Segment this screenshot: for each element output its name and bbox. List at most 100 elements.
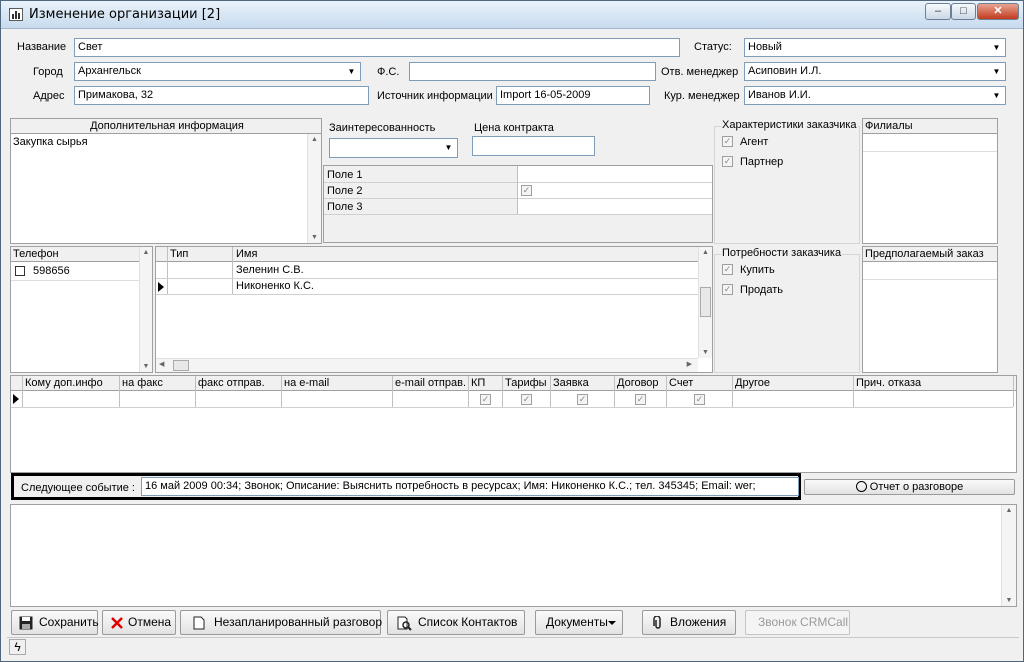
attachments-button[interactable]: Вложения bbox=[642, 610, 736, 635]
chevron-down-icon[interactable]: ▼ bbox=[988, 87, 1005, 104]
scroll-thumb[interactable] bbox=[173, 360, 189, 371]
col-header[interactable]: Тарифы bbox=[505, 376, 547, 391]
scroll-left-icon[interactable]: ◀ bbox=[159, 360, 164, 368]
col-header[interactable]: Прич. отказа bbox=[856, 376, 921, 391]
tariffs-checkbox[interactable]: ✓ bbox=[521, 394, 532, 405]
form-body: Название Свет Статус: Новый ▼ Город Архан… bbox=[7, 30, 1019, 657]
divider bbox=[22, 376, 23, 407]
scroll-down-icon[interactable]: ▼ bbox=[699, 349, 712, 356]
search-document-icon bbox=[397, 616, 412, 631]
city-value: Архангельск bbox=[78, 65, 141, 77]
divider bbox=[281, 376, 282, 407]
address-label: Адрес bbox=[33, 90, 65, 102]
divider bbox=[195, 376, 196, 407]
divider bbox=[11, 407, 1013, 408]
divider bbox=[732, 376, 733, 407]
cancel-label: Отмена bbox=[128, 615, 172, 629]
manager-value: Асиповин И.Л. bbox=[748, 65, 822, 77]
crmcall-button[interactable]: Звонок CRMCall bbox=[745, 610, 850, 635]
vertical-scrollbar[interactable]: ▲ ▼ bbox=[698, 247, 712, 358]
title-bar[interactable]: Изменение организации [2] – □ ✕ bbox=[1, 1, 1023, 29]
cancel-button[interactable]: Отмена bbox=[102, 610, 176, 635]
scroll-up-icon[interactable]: ▲ bbox=[140, 249, 152, 256]
notes-area[interactable]: ▲ ▼ bbox=[10, 504, 1017, 607]
col-header[interactable]: КП bbox=[471, 376, 485, 391]
col-header[interactable]: на факс bbox=[122, 376, 163, 391]
status-select[interactable]: Новый ▼ bbox=[744, 38, 1006, 57]
interest-select[interactable]: ▼ bbox=[329, 138, 458, 158]
sell-checkbox[interactable]: ✓ bbox=[722, 284, 733, 295]
divider bbox=[502, 376, 503, 407]
chevron-down-icon[interactable]: ▼ bbox=[440, 139, 457, 156]
chevron-down-icon[interactable]: ▼ bbox=[988, 39, 1005, 56]
partner-label: Партнер bbox=[740, 156, 784, 168]
minimize-button[interactable]: – bbox=[925, 3, 951, 20]
lightning-icon[interactable]: ϟ bbox=[9, 639, 26, 655]
source-input[interactable]: Import 16-05-2009 bbox=[496, 86, 650, 105]
scroll-up-icon[interactable]: ▲ bbox=[308, 136, 321, 143]
col-header[interactable]: Другое bbox=[735, 376, 770, 391]
scroll-up-icon[interactable]: ▲ bbox=[1002, 507, 1016, 514]
needs-title: Потребности заказчика bbox=[721, 247, 843, 259]
col-header[interactable]: на e-mail bbox=[284, 376, 329, 391]
close-button[interactable]: ✕ bbox=[977, 3, 1019, 20]
manager-select[interactable]: Асиповин И.Л. ▼ bbox=[744, 62, 1006, 81]
horizontal-scrollbar[interactable]: ◀ ▶ bbox=[156, 358, 698, 372]
scroll-up-icon[interactable]: ▲ bbox=[699, 249, 712, 256]
expected-order-header: Предполагаемый заказ bbox=[863, 247, 997, 262]
scroll-down-icon[interactable]: ▼ bbox=[1002, 597, 1016, 604]
divider bbox=[324, 182, 712, 183]
col-header[interactable]: e-mail отправ. bbox=[395, 376, 466, 391]
field-2-checkbox[interactable]: ✓ bbox=[521, 185, 532, 196]
name-input[interactable]: Свет bbox=[74, 38, 680, 57]
partner-checkbox[interactable]: ✓ bbox=[722, 156, 733, 167]
curator-select[interactable]: Иванов И.И. ▼ bbox=[744, 86, 1006, 105]
chevron-down-icon[interactable]: ▼ bbox=[343, 63, 360, 80]
col-type[interactable]: Тип bbox=[170, 247, 188, 262]
col-header[interactable]: Договор bbox=[617, 376, 659, 391]
contract-checkbox[interactable]: ✓ bbox=[635, 394, 646, 405]
col-header[interactable]: Счет bbox=[669, 376, 693, 391]
call-report-button[interactable]: Отчет о разговоре bbox=[804, 479, 1015, 495]
main-window: Изменение организации [2] – □ ✕ Название… bbox=[0, 0, 1024, 662]
address-input[interactable]: Примакова, 32 bbox=[74, 86, 369, 105]
col-header[interactable]: факс отправ. bbox=[198, 376, 265, 391]
paperclip-icon bbox=[653, 616, 661, 629]
agent-checkbox[interactable]: ✓ bbox=[722, 136, 733, 147]
fs-input[interactable] bbox=[409, 62, 656, 81]
chevron-down-icon[interactable]: ▼ bbox=[988, 63, 1005, 80]
divider bbox=[119, 376, 120, 407]
additional-info-text[interactable]: Закупка сырья bbox=[13, 135, 88, 150]
price-input[interactable] bbox=[472, 136, 595, 156]
scrollbar[interactable]: ▲ ▼ bbox=[139, 247, 152, 372]
divider bbox=[614, 376, 615, 407]
col-name[interactable]: Имя bbox=[236, 247, 257, 262]
buy-checkbox[interactable]: ✓ bbox=[722, 264, 733, 275]
divider bbox=[156, 294, 698, 295]
save-button[interactable]: Сохранить bbox=[11, 610, 99, 635]
invoice-checkbox[interactable]: ✓ bbox=[694, 394, 705, 405]
city-select[interactable]: Архангельск ▼ bbox=[74, 62, 361, 81]
divider bbox=[392, 376, 393, 407]
scrollbar[interactable]: ▲ ▼ bbox=[1001, 505, 1016, 606]
contact-list-button[interactable]: Список Контактов bbox=[387, 610, 525, 635]
col-header[interactable]: Заявка bbox=[553, 376, 589, 391]
contacts-grid: Тип Имя Зеленин С.В. Никоненко К.С. ▲ ▼ ◀… bbox=[155, 246, 713, 373]
contact-name[interactable]: Никоненко К.С. bbox=[236, 279, 314, 294]
maximize-button[interactable]: □ bbox=[951, 3, 976, 20]
documents-dropdown-button[interactable]: Документы bbox=[535, 610, 623, 635]
scroll-thumb[interactable] bbox=[700, 287, 711, 317]
application-checkbox[interactable]: ✓ bbox=[577, 394, 588, 405]
phone-number[interactable]: 598656 bbox=[33, 264, 70, 279]
field-3-label: Поле 3 bbox=[327, 201, 363, 213]
kp-checkbox[interactable]: ✓ bbox=[480, 394, 491, 405]
scroll-down-icon[interactable]: ▼ bbox=[308, 234, 321, 241]
scrollbar[interactable]: ▲ ▼ bbox=[307, 134, 321, 243]
col-header[interactable]: Кому доп.инфо bbox=[25, 376, 103, 391]
scroll-right-icon[interactable]: ▶ bbox=[687, 360, 692, 368]
unplanned-call-label: Незапланированный разговор bbox=[214, 615, 383, 629]
scroll-down-icon[interactable]: ▼ bbox=[140, 363, 152, 370]
unplanned-call-button[interactable]: Незапланированный разговор bbox=[180, 610, 383, 635]
contact-name[interactable]: Зеленин С.В. bbox=[236, 263, 304, 278]
next-event-value[interactable]: 16 май 2009 00:34; Звонок; Описание: Выя… bbox=[141, 477, 799, 496]
